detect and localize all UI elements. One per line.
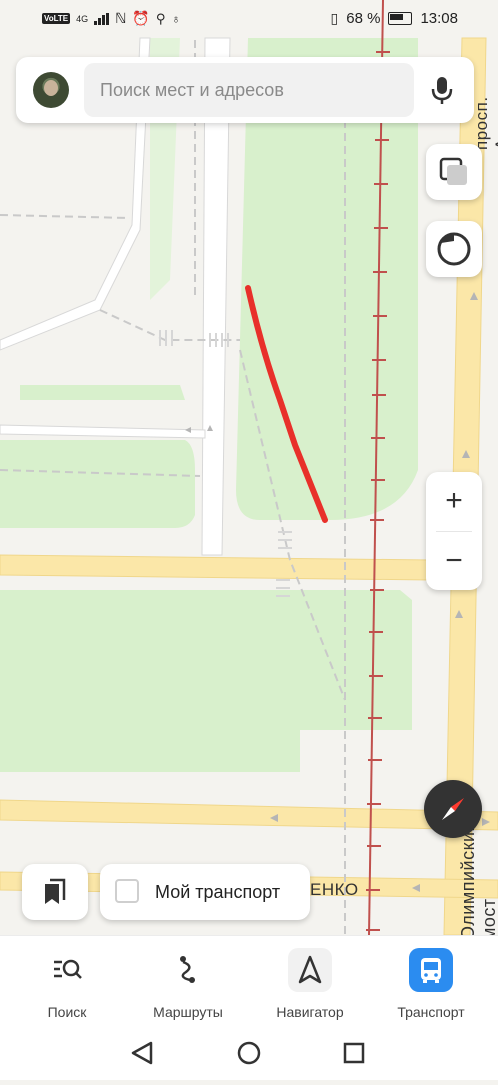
microphone-icon[interactable] [426,74,458,106]
location-pin-icon: ⚲ [155,10,166,26]
my-transport-toggle[interactable]: Мой транспорт [100,864,310,920]
tab-label: Поиск [47,1004,87,1020]
volte-badge: VoLTE [42,13,71,24]
tab-label: Навигатор [276,1004,344,1020]
map-label-bridge: Олимпийский мост [458,820,498,935]
layers-icon [439,157,467,185]
compass-button[interactable] [424,780,482,838]
home-icon [237,1041,261,1065]
zoom-out-button[interactable]: − [426,532,482,590]
network-type: 4G [76,13,89,24]
battery-percent: 68 % [346,10,381,27]
search-bar: Поиск мест и адресов [16,57,474,123]
map-label-street: енко [310,880,359,899]
back-icon [131,1041,153,1065]
signal-icon [94,12,110,25]
locate-button[interactable] [426,221,482,277]
recents-icon [343,1042,365,1064]
my-transport-checkbox[interactable] [115,879,139,903]
park-area [20,385,185,400]
tab-label: Транспорт [397,1004,465,1020]
zoom-control: + − [426,472,482,590]
bus-icon [409,948,453,992]
avatar[interactable] [33,72,69,108]
tab-search[interactable]: Поиск [12,936,122,1026]
road [0,554,431,581]
bookmarks-icon [45,878,66,904]
search-list-icon [45,948,89,992]
battery-icon [388,12,413,25]
vibrate-icon: ▯ [330,10,339,26]
alarm-icon: ⏰ [132,10,150,26]
app-icon: ♁ [171,11,181,26]
navigator-arrow-icon [288,948,332,992]
system-navigation-bar [0,1025,498,1080]
park-area [0,440,195,528]
tab-routes[interactable]: Маршруты [133,936,243,1026]
layers-button[interactable] [426,144,482,200]
tab-navigator[interactable]: Навигатор [255,936,365,1026]
tab-label: Маршруты [153,1004,223,1020]
compass-icon [442,798,464,820]
nfc-icon: ℕ [115,10,127,26]
route-icon [166,948,210,992]
my-transport-label: Мой транспорт [155,882,281,902]
bottom-navigation: Поиск Маршруты Навигатор Транспорт [0,935,498,1026]
status-bar: VoLTE 4G ℕ ⏰ ⚲ ♁ ▯ 68 % 13:08 [0,0,498,38]
zoom-in-button[interactable]: + [426,472,482,530]
tab-transport[interactable]: Транспорт [376,936,486,1026]
map-label-avenue: просп. Алек [472,96,498,150]
clock: 13:08 [420,10,458,27]
search-input[interactable]: Поиск мест и адресов [84,63,414,117]
location-icon [437,232,471,266]
bookmarks-button[interactable] [22,864,88,920]
